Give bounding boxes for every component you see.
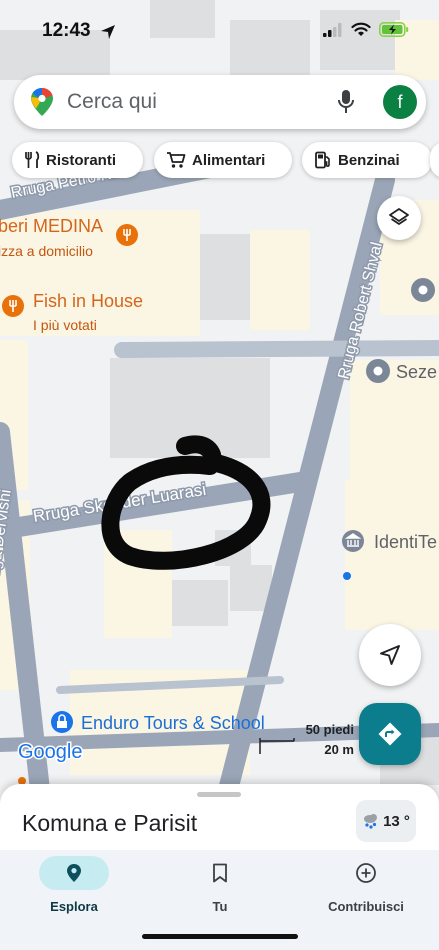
nav-you[interactable]: Tu <box>165 856 275 914</box>
google-logo: Google <box>18 741 83 763</box>
map-scale: 50 piedi 20 m <box>258 722 354 758</box>
chip-label: Benzinai <box>338 151 400 169</box>
cart-icon <box>167 152 186 168</box>
navigation-arrow-icon <box>380 645 400 665</box>
bank-pin-icon[interactable] <box>342 530 364 552</box>
bottom-navigation: Esplora Tu Contribuisci <box>0 850 439 950</box>
place-pin-icon[interactable] <box>366 359 390 383</box>
lock-pin-icon[interactable] <box>51 711 73 733</box>
search-input[interactable]: Cerca qui <box>67 90 157 114</box>
chip-gas-stations[interactable]: Benzinai <box>302 142 432 178</box>
directions-button[interactable] <box>359 703 421 765</box>
status-bar: 12:43 <box>0 0 439 60</box>
food-pin-icon[interactable] <box>2 295 24 317</box>
status-time: 12:43 <box>42 20 91 41</box>
place-pin-icon[interactable] <box>411 278 435 302</box>
fuel-icon <box>315 151 330 169</box>
place-name-enduro[interactable]: Enduro Tours & School <box>81 713 265 733</box>
chip-restaurants[interactable]: Ristoranti <box>12 142 143 178</box>
place-sub-fish: I più votati <box>33 317 97 333</box>
chip-groceries[interactable]: Alimentari <box>154 142 292 178</box>
nav-explore-pill <box>39 856 109 890</box>
place-name-fish[interactable]: Fish in House <box>33 291 143 311</box>
chip-label: Alimentari <box>192 151 266 169</box>
my-location-button[interactable] <box>359 624 421 686</box>
nav-contribute-pill <box>331 856 401 890</box>
bottom-sheet[interactable]: Komuna e Parisit 13 ° <box>0 784 439 854</box>
location-pin-icon <box>67 864 81 882</box>
directions-icon <box>378 722 402 746</box>
place-sub-medina: izza a domicilio <box>0 243 93 259</box>
microphone-icon[interactable] <box>337 89 355 115</box>
nav-label: Esplora <box>50 899 98 914</box>
search-bar[interactable]: Cerca qui f <box>14 75 426 129</box>
temperature: 13 ° <box>383 812 410 830</box>
sheet-drag-handle[interactable] <box>197 792 241 797</box>
utensils-icon <box>25 151 40 168</box>
place-name-identi[interactable]: IdentiTe <box>374 532 437 552</box>
nav-label: Tu <box>212 899 228 914</box>
account-avatar[interactable]: f <box>383 85 417 119</box>
google-maps-pin-icon <box>31 88 53 116</box>
nav-you-pill <box>185 856 255 890</box>
layers-button[interactable] <box>377 196 421 240</box>
add-circle-icon <box>356 863 376 883</box>
scale-feet: 50 piedi <box>305 722 354 737</box>
wifi-icon <box>351 22 371 36</box>
nav-label: Contribuisci <box>328 899 404 914</box>
chip-label: Ristoranti <box>46 151 117 169</box>
weather-chip[interactable]: 13 ° <box>356 800 416 842</box>
battery-charging-icon <box>379 22 409 37</box>
bookmark-icon <box>213 863 227 883</box>
location-title: Komuna e Parisit <box>22 810 198 836</box>
nav-explore[interactable]: Esplora <box>19 856 129 914</box>
scale-bar <box>259 738 295 754</box>
food-pin-icon[interactable] <box>116 224 138 246</box>
layers-icon <box>389 208 409 225</box>
nav-contribute[interactable]: Contribuisci <box>311 856 421 914</box>
location-arrow-icon <box>101 25 115 39</box>
place-name-medina[interactable]: beri MEDINA <box>0 216 103 236</box>
cellular-signal-icon <box>323 22 342 37</box>
rain-cloud-icon <box>364 814 378 829</box>
place-name-seze[interactable]: Seze <box>396 362 437 382</box>
transit-dot <box>343 572 351 580</box>
home-indicator[interactable] <box>142 934 298 939</box>
